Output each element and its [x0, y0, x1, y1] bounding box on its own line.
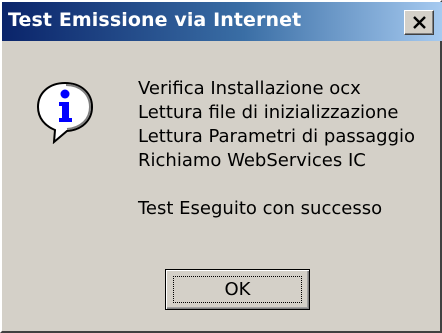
- ok-button[interactable]: OK: [165, 269, 310, 310]
- message-line: Richiamo WebServices IC: [138, 150, 366, 171]
- message-line: Verifica Installazione ocx: [138, 78, 361, 99]
- close-button[interactable]: [404, 10, 434, 35]
- message-dialog: Test Emissione via Internet Verifica Ins…: [0, 0, 442, 333]
- message-line: Lettura Parametri di passaggio: [138, 126, 416, 147]
- result-message: Test Eseguito con successo: [138, 198, 383, 219]
- close-icon: [413, 16, 426, 29]
- window-title: Test Emissione via Internet: [8, 9, 302, 31]
- title-bar[interactable]: Test Emissione via Internet: [2, 2, 442, 41]
- message-spacer: [138, 173, 438, 197]
- message-line: Lettura file di inizializzazione: [138, 102, 399, 123]
- ok-button-label: OK: [224, 279, 251, 300]
- message-text: Verifica Installazione ocx Lettura file …: [138, 77, 438, 221]
- information-icon: [36, 81, 94, 144]
